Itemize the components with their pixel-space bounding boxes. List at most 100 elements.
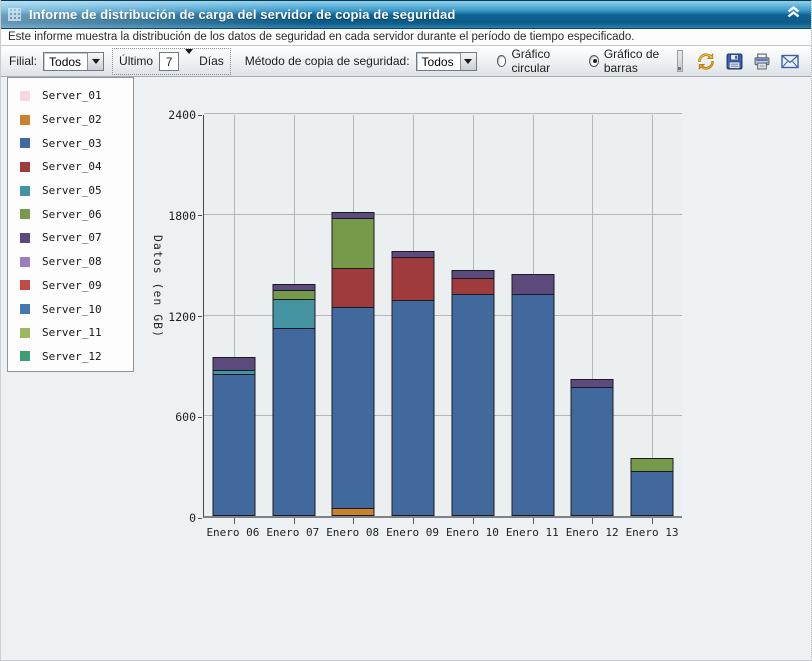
gridline <box>204 113 682 114</box>
method-select[interactable]: Todos <box>416 52 477 71</box>
stacked-bar <box>392 251 435 516</box>
legend-item: Server_05 <box>14 179 133 203</box>
y-tick-label: 2400 <box>168 108 196 122</box>
y-tick: 1800 <box>149 209 202 223</box>
bar-segment-Server_02 <box>332 508 375 516</box>
chevrons-up-icon[interactable] <box>786 5 801 24</box>
legend-swatch-icon <box>20 351 30 361</box>
print-icon[interactable] <box>751 50 773 72</box>
bar-segment-Server_03 <box>392 300 435 516</box>
legend-item: Server_08 <box>14 250 133 274</box>
bar-segment-Server_03 <box>332 307 375 508</box>
report-description: Este informe muestra la distribución de … <box>8 31 634 43</box>
y-tick-label: 600 <box>175 410 196 424</box>
legend-label: Server_06 <box>42 208 102 221</box>
bar-segment-Server_03 <box>451 294 494 516</box>
legend-swatch-icon <box>20 233 30 243</box>
legend-swatch-icon <box>20 328 30 338</box>
legend-swatch-icon <box>20 280 30 290</box>
filial-dropdown-button[interactable] <box>87 53 103 70</box>
legend-swatch-icon <box>20 115 30 125</box>
method-selected-value: Todos <box>417 53 460 70</box>
legend-label: Server_05 <box>42 184 102 197</box>
bar-segment-Server_03 <box>571 387 614 516</box>
legend-swatch-icon <box>20 186 30 196</box>
radio-pie-chart[interactable]: Gráfico circular <box>497 47 575 75</box>
bar-segment-Server_03 <box>511 294 554 516</box>
days-dropdown-button[interactable] <box>185 54 193 68</box>
page-title: Informe de distribución de carga del ser… <box>29 7 455 22</box>
toolbar-resize-grip[interactable] <box>677 50 683 72</box>
category-slot <box>622 115 682 516</box>
y-tick-mark <box>198 316 202 317</box>
legend-label: Server_07 <box>42 231 102 244</box>
filial-selected-value: Todos <box>44 53 87 70</box>
y-tick-label: 0 <box>189 511 196 525</box>
gridline <box>652 115 653 516</box>
title-bar: Informe de distribución de carga del ser… <box>1 0 811 29</box>
radio-bar-label: Gráfico de barras <box>604 47 677 75</box>
bar-segment-Server_03 <box>272 328 315 516</box>
radio-button-icon <box>589 55 599 67</box>
bar-segment-Server_06 <box>631 458 674 471</box>
legend-label: Server_08 <box>42 255 102 268</box>
x-tick-label: Enero 11 <box>502 526 562 539</box>
legend-label: Server_04 <box>42 160 102 173</box>
category-slot <box>503 115 563 516</box>
legend-item: Server_07 <box>14 226 133 250</box>
save-icon[interactable] <box>723 50 745 72</box>
legend-swatch-icon <box>20 162 30 172</box>
y-tick-mark <box>198 417 202 418</box>
method-label: Método de copia de seguridad: <box>245 54 410 68</box>
report-window: Informe de distribución de carga del ser… <box>0 0 812 661</box>
y-tick-mark <box>198 518 202 519</box>
stacked-bar <box>212 357 255 516</box>
chevron-down-icon <box>92 59 100 64</box>
bar-segment-Server_04 <box>451 278 494 294</box>
y-tick-mark <box>198 115 202 116</box>
bar-segment-Server_03 <box>212 374 255 516</box>
legend-item: Server_01 <box>14 84 133 108</box>
category-slot <box>383 115 443 516</box>
radio-bar-chart[interactable]: Gráfico de barras <box>589 47 677 75</box>
legend-item: Server_12 <box>14 345 133 369</box>
legend-item: Server_09 <box>14 274 133 298</box>
legend-swatch-icon <box>20 304 30 314</box>
bar-segment-Server_05 <box>272 299 315 328</box>
refresh-icon[interactable] <box>695 50 717 72</box>
legend-label: Server_10 <box>42 303 102 316</box>
filial-label: Filial: <box>9 54 37 68</box>
y-axis-ticks: 0600120018002400 <box>149 115 202 518</box>
category-slot <box>563 115 623 516</box>
legend-swatch-icon <box>20 138 30 148</box>
category-slot <box>264 115 324 516</box>
bar-segment-Server_07 <box>212 357 255 370</box>
stacked-bar <box>511 274 554 516</box>
legend-swatch-icon <box>20 91 30 101</box>
x-tick-label: Enero 12 <box>562 526 622 539</box>
email-icon[interactable] <box>779 50 801 72</box>
y-tick: 2400 <box>149 108 202 122</box>
days-select[interactable]: 7 <box>159 52 179 71</box>
y-tick-label: 1200 <box>168 310 196 324</box>
bar-chart-plot <box>203 115 682 518</box>
stacked-bar <box>272 284 315 516</box>
grip-icon <box>8 8 21 21</box>
chart-legend: Server_01Server_02Server_03Server_04Serv… <box>7 77 134 372</box>
stacked-bar <box>571 379 614 516</box>
y-tick: 0 <box>149 511 202 525</box>
bar-segment-Server_06 <box>272 290 315 299</box>
filial-select[interactable]: Todos <box>43 52 104 71</box>
stacked-bar <box>631 458 674 516</box>
ultimo-label: Último <box>119 54 153 68</box>
bar-segment-Server_07 <box>571 379 614 387</box>
legend-label: Server_09 <box>42 279 102 292</box>
method-dropdown-button[interactable] <box>460 53 476 70</box>
bar-segment-Server_07 <box>451 270 494 278</box>
y-tick: 1200 <box>149 310 202 324</box>
bar-segment-Server_06 <box>332 218 375 268</box>
legend-item: Server_04 <box>14 155 133 179</box>
legend-item: Server_06 <box>14 202 133 226</box>
y-tick: 600 <box>149 410 202 424</box>
legend-label: Server_12 <box>42 350 102 363</box>
